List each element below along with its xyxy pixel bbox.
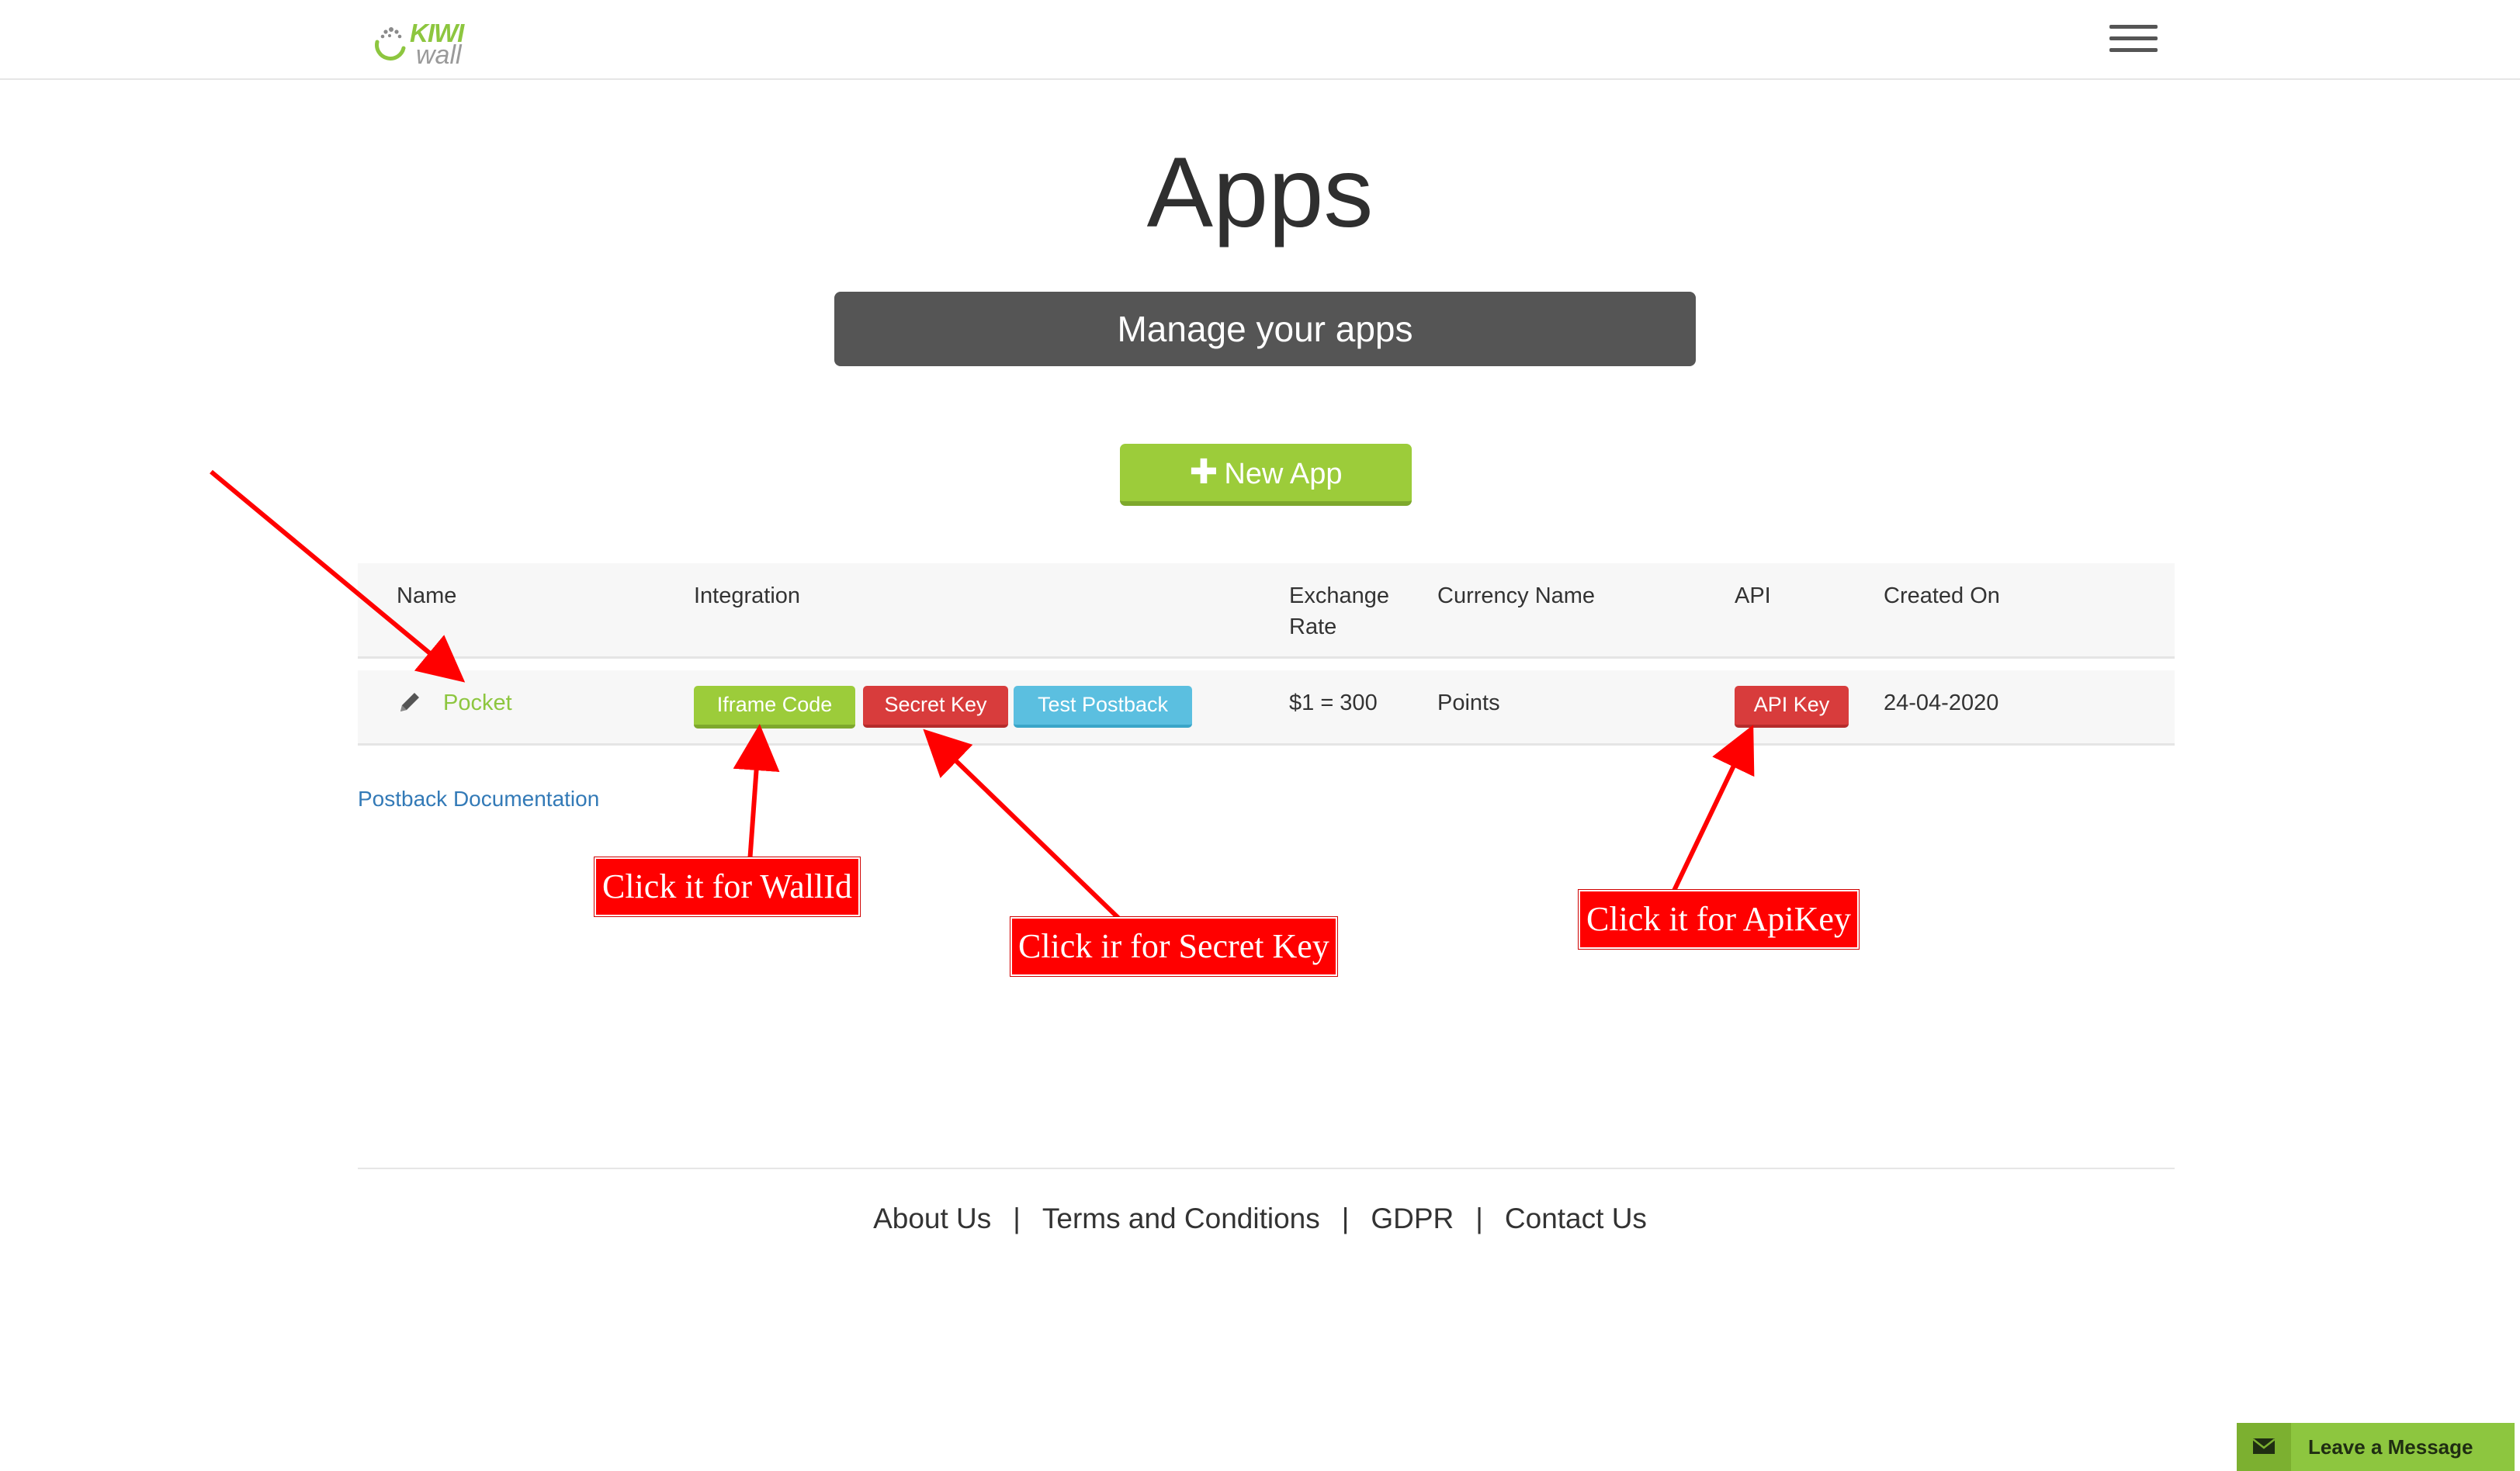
footer-separator: | <box>1475 1203 1483 1234</box>
kiwiwall-logo[interactable]: KIWI wall <box>373 19 473 70</box>
leave-message-label: Leave a Message <box>2308 1435 2473 1459</box>
annotation-secret-key: Click ir for Secret Key <box>1010 917 1337 976</box>
table-header-row: Name Integration Exchange Rate Currency … <box>358 563 2175 659</box>
secret-key-button[interactable]: Secret Key <box>863 686 1008 728</box>
currency-name-value: Points <box>1437 691 1500 715</box>
arrow-to-secret-key <box>923 729 1123 922</box>
exchange-rate-value: $1 = 300 <box>1289 691 1378 715</box>
column-header-created-on: Created On <box>1884 583 2000 608</box>
column-header-api: API <box>1735 583 1771 608</box>
iframe-code-button[interactable]: Iframe Code <box>694 686 855 729</box>
footer-divider <box>358 1168 2175 1169</box>
new-app-button[interactable]: ✚ New App <box>1120 444 1412 506</box>
annotation-api-key: Click it for ApiKey <box>1579 890 1859 949</box>
created-on-value: 24-04-2020 <box>1884 691 1999 715</box>
footer-link-contact-us[interactable]: Contact Us <box>1505 1203 1647 1234</box>
top-header: KIWI wall <box>0 0 2520 80</box>
column-header-integration: Integration <box>694 583 801 608</box>
app-name-link[interactable]: Pocket <box>443 687 512 718</box>
arrow-to-iframe-code <box>733 724 780 864</box>
footer-link-about-us[interactable]: About Us <box>873 1203 991 1234</box>
annotation-wallid: Click it for WallId <box>594 857 860 916</box>
new-app-label: New App <box>1224 458 1343 490</box>
hamburger-menu-icon[interactable] <box>2109 25 2158 54</box>
page-subtitle-bar: Manage your apps <box>834 292 1696 366</box>
column-header-name: Name <box>397 583 457 608</box>
test-postback-button[interactable]: Test Postback <box>1014 686 1192 728</box>
table-row: Pocket Iframe Code Secret Key Test Postb… <box>358 670 2175 746</box>
logo-swirl-icon <box>375 27 406 61</box>
leave-message-widget[interactable]: Leave a Message <box>2237 1423 2515 1471</box>
edit-pencil-icon[interactable] <box>397 689 423 715</box>
footer-link-gdpr[interactable]: GDPR <box>1371 1203 1454 1234</box>
column-header-exchange-rate: Exchange Rate <box>1289 583 1389 639</box>
envelope-icon <box>2237 1423 2291 1471</box>
arrow-to-api-key <box>1671 725 1755 894</box>
footer-separator: | <box>1341 1203 1350 1234</box>
footer-separator: | <box>1013 1203 1021 1234</box>
column-header-currency-name: Currency Name <box>1437 583 1596 608</box>
footer-links: About Us | Terms and Conditions | GDPR | Conta… <box>0 1203 2520 1235</box>
page-title: Apps <box>1146 137 1374 248</box>
postback-documentation-link[interactable]: Postback Documentation <box>358 787 599 812</box>
plus-icon: ✚ <box>1189 453 1218 491</box>
api-key-button[interactable]: API Key <box>1735 686 1849 728</box>
footer-link-terms[interactable]: Terms and Conditions <box>1042 1203 1320 1234</box>
logo-text-wall: wall <box>416 40 462 70</box>
